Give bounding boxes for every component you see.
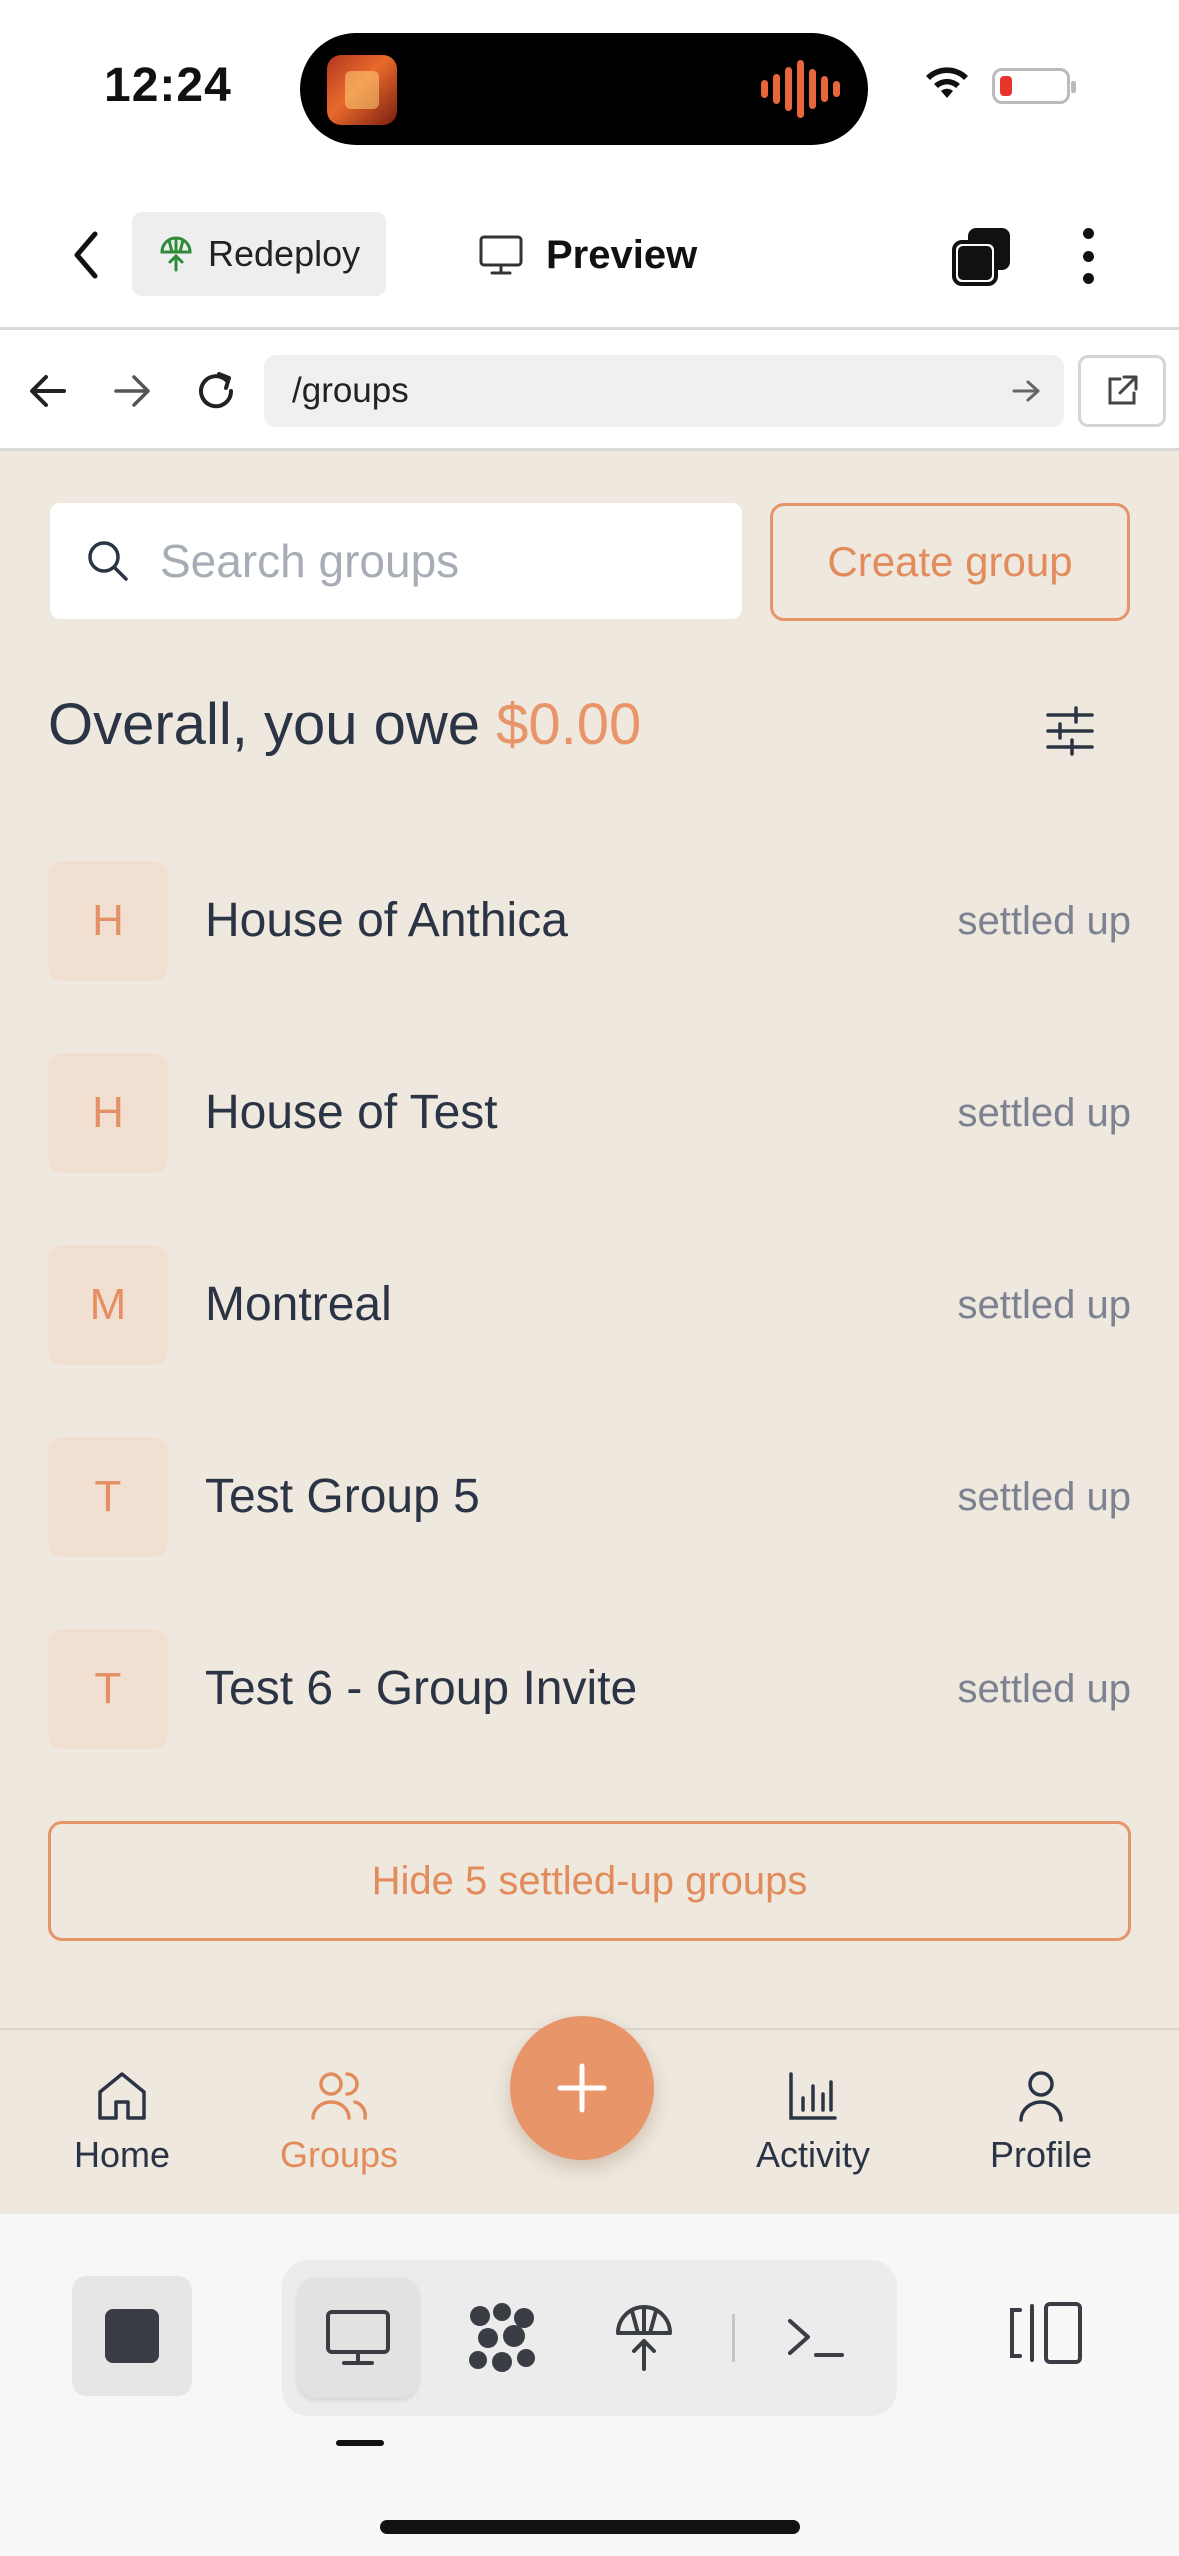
network-nodes-icon	[469, 2303, 535, 2372]
group-status: settled up	[957, 1091, 1131, 1135]
dev-toolbar	[0, 2214, 1179, 2556]
reload-icon	[199, 372, 234, 409]
nav-home-label: Home	[74, 2134, 171, 2175]
user-icon	[1019, 2071, 1063, 2122]
tabs-icon[interactable]	[950, 224, 1014, 288]
overall-balance: Overall, you owe $0.00	[48, 691, 641, 758]
arrow-right-icon	[114, 375, 150, 407]
monitor-icon	[479, 235, 523, 275]
group-status: settled up	[957, 1283, 1131, 1327]
reload-button[interactable]	[186, 361, 246, 421]
group-avatar: H	[48, 1053, 168, 1173]
group-row[interactable]: H House of Anthica settled up	[0, 851, 1179, 1043]
hide-settled-groups-button[interactable]: Hide 5 settled-up groups	[48, 1821, 1131, 1941]
group-avatar: T	[48, 1629, 168, 1749]
go-arrow-icon[interactable]	[1006, 371, 1046, 411]
create-group-button[interactable]: Create group	[770, 503, 1130, 621]
active-tool-indicator	[336, 2440, 384, 2446]
group-row[interactable]: T Test Group 5 settled up	[0, 1427, 1179, 1619]
browser-forward-button[interactable]	[102, 361, 162, 421]
redeploy-label: Redeploy	[208, 233, 361, 274]
group-row[interactable]: M Montreal settled up	[0, 1235, 1179, 1427]
wifi-icon	[926, 67, 968, 98]
deploy-tool-button[interactable]	[584, 2278, 704, 2398]
terminal-icon	[788, 2319, 844, 2357]
url-bar: /groups	[0, 333, 1179, 451]
nav-activity[interactable]: Activity	[756, 2068, 870, 2176]
group-row[interactable]: H House of Test settled up	[0, 1043, 1179, 1235]
dev-tool-divider	[732, 2314, 735, 2362]
dynamic-island	[300, 33, 868, 145]
group-list: H House of Anthica settled up H House of…	[0, 851, 1179, 1811]
group-status: settled up	[957, 899, 1131, 943]
nav-groups-label: Groups	[280, 2134, 399, 2175]
dev-tool-group	[282, 2260, 897, 2416]
app-bottom-nav: Home Groups Activity Profile	[0, 2016, 1179, 2214]
nav-profile-label: Profile	[990, 2134, 1093, 2175]
stop-icon	[105, 2309, 159, 2363]
chevron-left-icon	[74, 231, 98, 279]
top-toolbar: Redeploy Preview	[0, 180, 1179, 330]
home-indicator	[380, 2520, 800, 2534]
groups-page: Create group Overall, you owe $0.00 H Ho…	[0, 451, 1179, 2214]
group-name: Test 6 - Group Invite	[205, 1662, 638, 1715]
group-avatar: M	[48, 1245, 168, 1365]
group-name: House of Anthica	[205, 894, 568, 947]
nav-home[interactable]: Home	[74, 2068, 170, 2176]
search-box[interactable]	[50, 503, 742, 619]
group-status: settled up	[957, 1667, 1131, 1711]
graph-tool-button[interactable]	[442, 2278, 562, 2398]
group-name: Montreal	[205, 1278, 392, 1331]
search-icon	[88, 541, 128, 581]
stop-button[interactable]	[72, 2276, 192, 2396]
home-icon	[98, 2072, 146, 2120]
filter-sliders-icon[interactable]	[1044, 705, 1096, 757]
bar-chart-icon	[789, 2072, 837, 2120]
preview-label: Preview	[546, 232, 698, 277]
deploy-icon	[160, 236, 192, 272]
open-external-button[interactable]	[1078, 355, 1166, 427]
monitor-icon	[326, 2310, 390, 2365]
preview-button[interactable]: Preview	[478, 220, 697, 290]
group-status: settled up	[957, 1475, 1131, 1519]
split-view-icon[interactable]	[1006, 2298, 1086, 2368]
now-playing-artwork	[327, 55, 397, 125]
back-button[interactable]	[56, 220, 116, 290]
external-link-icon	[1108, 375, 1138, 405]
battery-icon	[992, 68, 1076, 104]
overall-balance-amount: $0.00	[496, 692, 642, 757]
nav-profile[interactable]: Profile	[990, 2068, 1092, 2176]
redeploy-button[interactable]: Redeploy	[132, 212, 386, 296]
group-name: House of Test	[205, 1086, 498, 1139]
browser-back-button[interactable]	[18, 361, 78, 421]
nav-activity-label: Activity	[756, 2134, 871, 2175]
overall-balance-prefix: Overall, you owe	[48, 692, 480, 757]
nav-groups[interactable]: Groups	[280, 2068, 398, 2176]
status-time: 12:24	[104, 59, 232, 112]
group-name: Test Group 5	[205, 1470, 480, 1523]
group-avatar: T	[48, 1437, 168, 1557]
preview-tool-button[interactable]	[298, 2278, 418, 2398]
users-icon	[311, 2072, 367, 2120]
status-bar: 12:24	[0, 0, 1179, 180]
url-text: /groups	[292, 371, 409, 410]
arrow-left-icon	[30, 375, 66, 407]
add-expense-button[interactable]	[510, 2016, 654, 2160]
terminal-tool-button[interactable]	[756, 2278, 876, 2398]
group-row[interactable]: T Test 6 - Group Invite settled up	[0, 1619, 1179, 1811]
url-input[interactable]: /groups	[264, 355, 1064, 427]
search-input[interactable]	[160, 534, 720, 588]
audio-waveform-icon	[761, 59, 840, 119]
plus-icon	[557, 2063, 607, 2113]
group-avatar: H	[48, 861, 168, 981]
deploy-icon	[616, 2305, 672, 2371]
more-options-icon[interactable]	[1070, 224, 1106, 288]
